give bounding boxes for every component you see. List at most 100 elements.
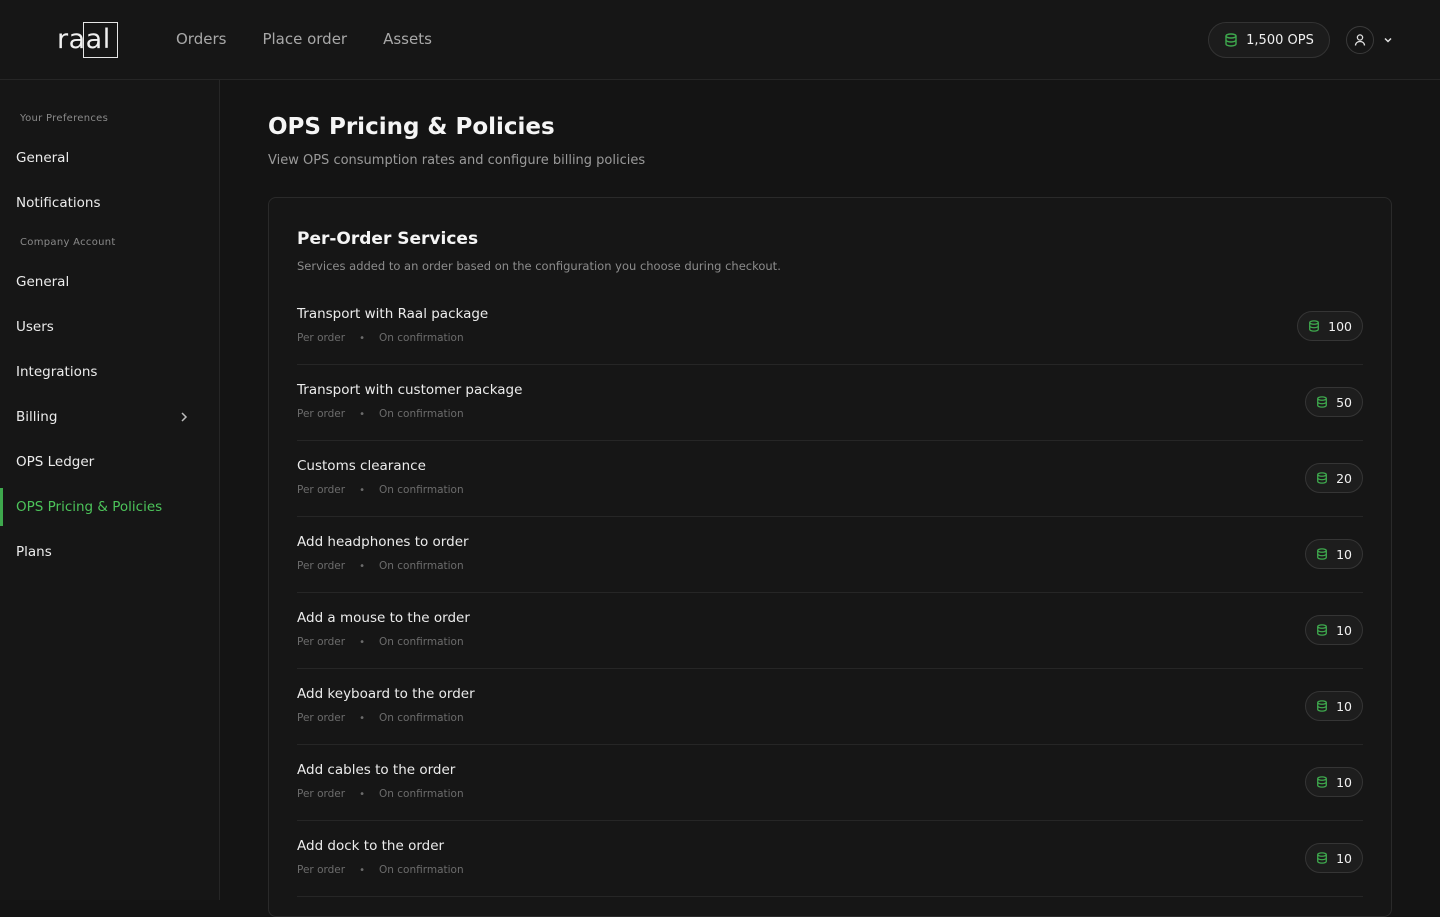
- ops-cost-value: 50: [1336, 394, 1352, 410]
- service-trigger: On confirmation: [378, 408, 464, 420]
- ops-cost-badge: 100: [1297, 311, 1363, 341]
- service-trigger: On confirmation: [378, 864, 464, 876]
- sidebar-heading-company: Company Account: [20, 237, 116, 248]
- separator-dot: •: [359, 560, 365, 572]
- service-frequency: Per order: [297, 408, 346, 420]
- service-name: Add headphones to order: [297, 534, 469, 550]
- service-meta: Per order • On confirmation: [297, 560, 464, 572]
- section-title: Per-Order Services: [297, 229, 479, 249]
- service-meta: Per order • On confirmation: [297, 864, 464, 876]
- service-frequency: Per order: [297, 560, 346, 572]
- ops-balance-button[interactable]: 1,500 OPS: [1208, 22, 1330, 58]
- service-trigger: On confirmation: [378, 636, 464, 648]
- coins-stack-icon: [1317, 624, 1328, 636]
- sidebar-item-label: General: [16, 274, 70, 290]
- ops-cost-value: 10: [1336, 546, 1352, 562]
- service-frequency: Per order: [297, 712, 346, 724]
- sidebar-item-billing[interactable]: Billing: [0, 398, 219, 436]
- sidebar-item-company-general[interactable]: General: [0, 263, 219, 301]
- service-meta: Per order • On confirmation: [297, 636, 464, 648]
- service-name: Add cables to the order: [297, 762, 456, 778]
- user-menu[interactable]: [1346, 26, 1394, 54]
- sidebar-item-label: Plans: [16, 544, 52, 560]
- sidebar-item-notifications[interactable]: Notifications: [0, 184, 219, 222]
- coins-stack-icon: [1317, 472, 1328, 484]
- ops-cost-badge: 10: [1305, 539, 1363, 569]
- sidebar-item-label: General: [16, 150, 70, 166]
- page-subtitle: View OPS consumption rates and configure…: [268, 153, 646, 168]
- chevron-down-icon[interactable]: [1382, 34, 1394, 46]
- sidebar-item-label: Notifications: [16, 195, 101, 211]
- list-item: Transport with customer package Per orde…: [297, 365, 1363, 441]
- coins-stack-icon: [1309, 320, 1320, 332]
- service-frequency: Per order: [297, 332, 346, 344]
- service-trigger: On confirmation: [378, 560, 464, 572]
- sidebar-item-plans[interactable]: Plans: [0, 533, 219, 571]
- top-nav: Orders Place order Assets: [176, 28, 432, 50]
- page-title: OPS Pricing & Policies: [268, 114, 555, 140]
- list-item: Transport with Raal package Per order • …: [297, 289, 1363, 365]
- service-meta: Per order • On confirmation: [297, 332, 464, 344]
- sidebar-item-ops-pricing-policies[interactable]: OPS Pricing & Policies: [0, 488, 219, 526]
- separator-dot: •: [359, 636, 365, 648]
- ops-cost-badge: 10: [1305, 843, 1363, 873]
- service-name: Transport with customer package: [297, 382, 523, 398]
- separator-dot: •: [359, 484, 365, 496]
- service-meta: Per order • On confirmation: [297, 712, 464, 724]
- sidebar-item-label: Users: [16, 319, 54, 335]
- sidebar: Your Preferences General Notifications C…: [0, 80, 220, 900]
- list-item: Add headphones to order Per order • On c…: [297, 517, 1363, 593]
- nav-place-order[interactable]: Place order: [262, 28, 347, 50]
- service-name: Add dock to the order: [297, 838, 445, 854]
- avatar[interactable]: [1346, 26, 1374, 54]
- service-name: Transport with Raal package: [297, 306, 489, 322]
- sidebar-item-users[interactable]: Users: [0, 308, 219, 346]
- separator-dot: •: [359, 408, 365, 420]
- service-meta: Per order • On confirmation: [297, 788, 464, 800]
- ops-cost-value: 10: [1336, 850, 1352, 866]
- ops-cost-badge: 10: [1305, 767, 1363, 797]
- service-name: Add a mouse to the order: [297, 610, 470, 626]
- services-list: Transport with Raal package Per order • …: [297, 289, 1363, 897]
- coins-stack-icon: [1317, 700, 1328, 712]
- ops-cost-value: 10: [1336, 774, 1352, 790]
- service-frequency: Per order: [297, 636, 346, 648]
- list-item: Add keyboard to the order Per order • On…: [297, 669, 1363, 745]
- service-trigger: On confirmation: [378, 332, 464, 344]
- per-order-services-card: Per-Order Services Services added to an …: [268, 197, 1392, 917]
- separator-dot: •: [359, 712, 365, 724]
- ops-cost-badge: 10: [1305, 691, 1363, 721]
- ops-cost-badge: 20: [1305, 463, 1363, 493]
- ops-cost-value: 100: [1328, 318, 1352, 334]
- ops-balance-label: 1,500 OPS: [1246, 32, 1314, 48]
- sidebar-item-ops-ledger[interactable]: OPS Ledger: [0, 443, 219, 481]
- list-item: Add a mouse to the order Per order • On …: [297, 593, 1363, 669]
- separator-dot: •: [359, 788, 365, 800]
- service-trigger: On confirmation: [378, 484, 464, 496]
- ops-cost-value: 20: [1336, 470, 1352, 486]
- nav-assets[interactable]: Assets: [383, 28, 432, 50]
- separator-dot: •: [359, 332, 365, 344]
- sidebar-item-label: OPS Pricing & Policies: [16, 499, 163, 515]
- raal-logo[interactable]: raal: [56, 22, 118, 58]
- service-meta: Per order • On confirmation: [297, 408, 464, 420]
- ops-cost-value: 10: [1336, 698, 1352, 714]
- service-trigger: On confirmation: [378, 788, 464, 800]
- top-bar: raal Orders Place order Assets 1,500 OPS: [0, 0, 1440, 80]
- section-description: Services added to an order based on the …: [297, 259, 781, 273]
- service-name: Customs clearance: [297, 458, 426, 474]
- nav-orders[interactable]: Orders: [176, 28, 226, 50]
- separator-dot: •: [359, 864, 365, 876]
- list-item: Add dock to the order Per order • On con…: [297, 821, 1363, 897]
- ops-cost-value: 10: [1336, 622, 1352, 638]
- sidebar-item-label: OPS Ledger: [16, 454, 95, 470]
- sidebar-item-preferences-general[interactable]: General: [0, 139, 219, 177]
- service-frequency: Per order: [297, 484, 346, 496]
- ops-cost-badge: 10: [1305, 615, 1363, 645]
- sidebar-heading-preferences: Your Preferences: [20, 113, 109, 124]
- sidebar-item-label: Integrations: [16, 364, 98, 380]
- service-frequency: Per order: [297, 864, 346, 876]
- service-trigger: On confirmation: [378, 712, 464, 724]
- coins-stack-icon: [1317, 852, 1328, 864]
- sidebar-item-integrations[interactable]: Integrations: [0, 353, 219, 391]
